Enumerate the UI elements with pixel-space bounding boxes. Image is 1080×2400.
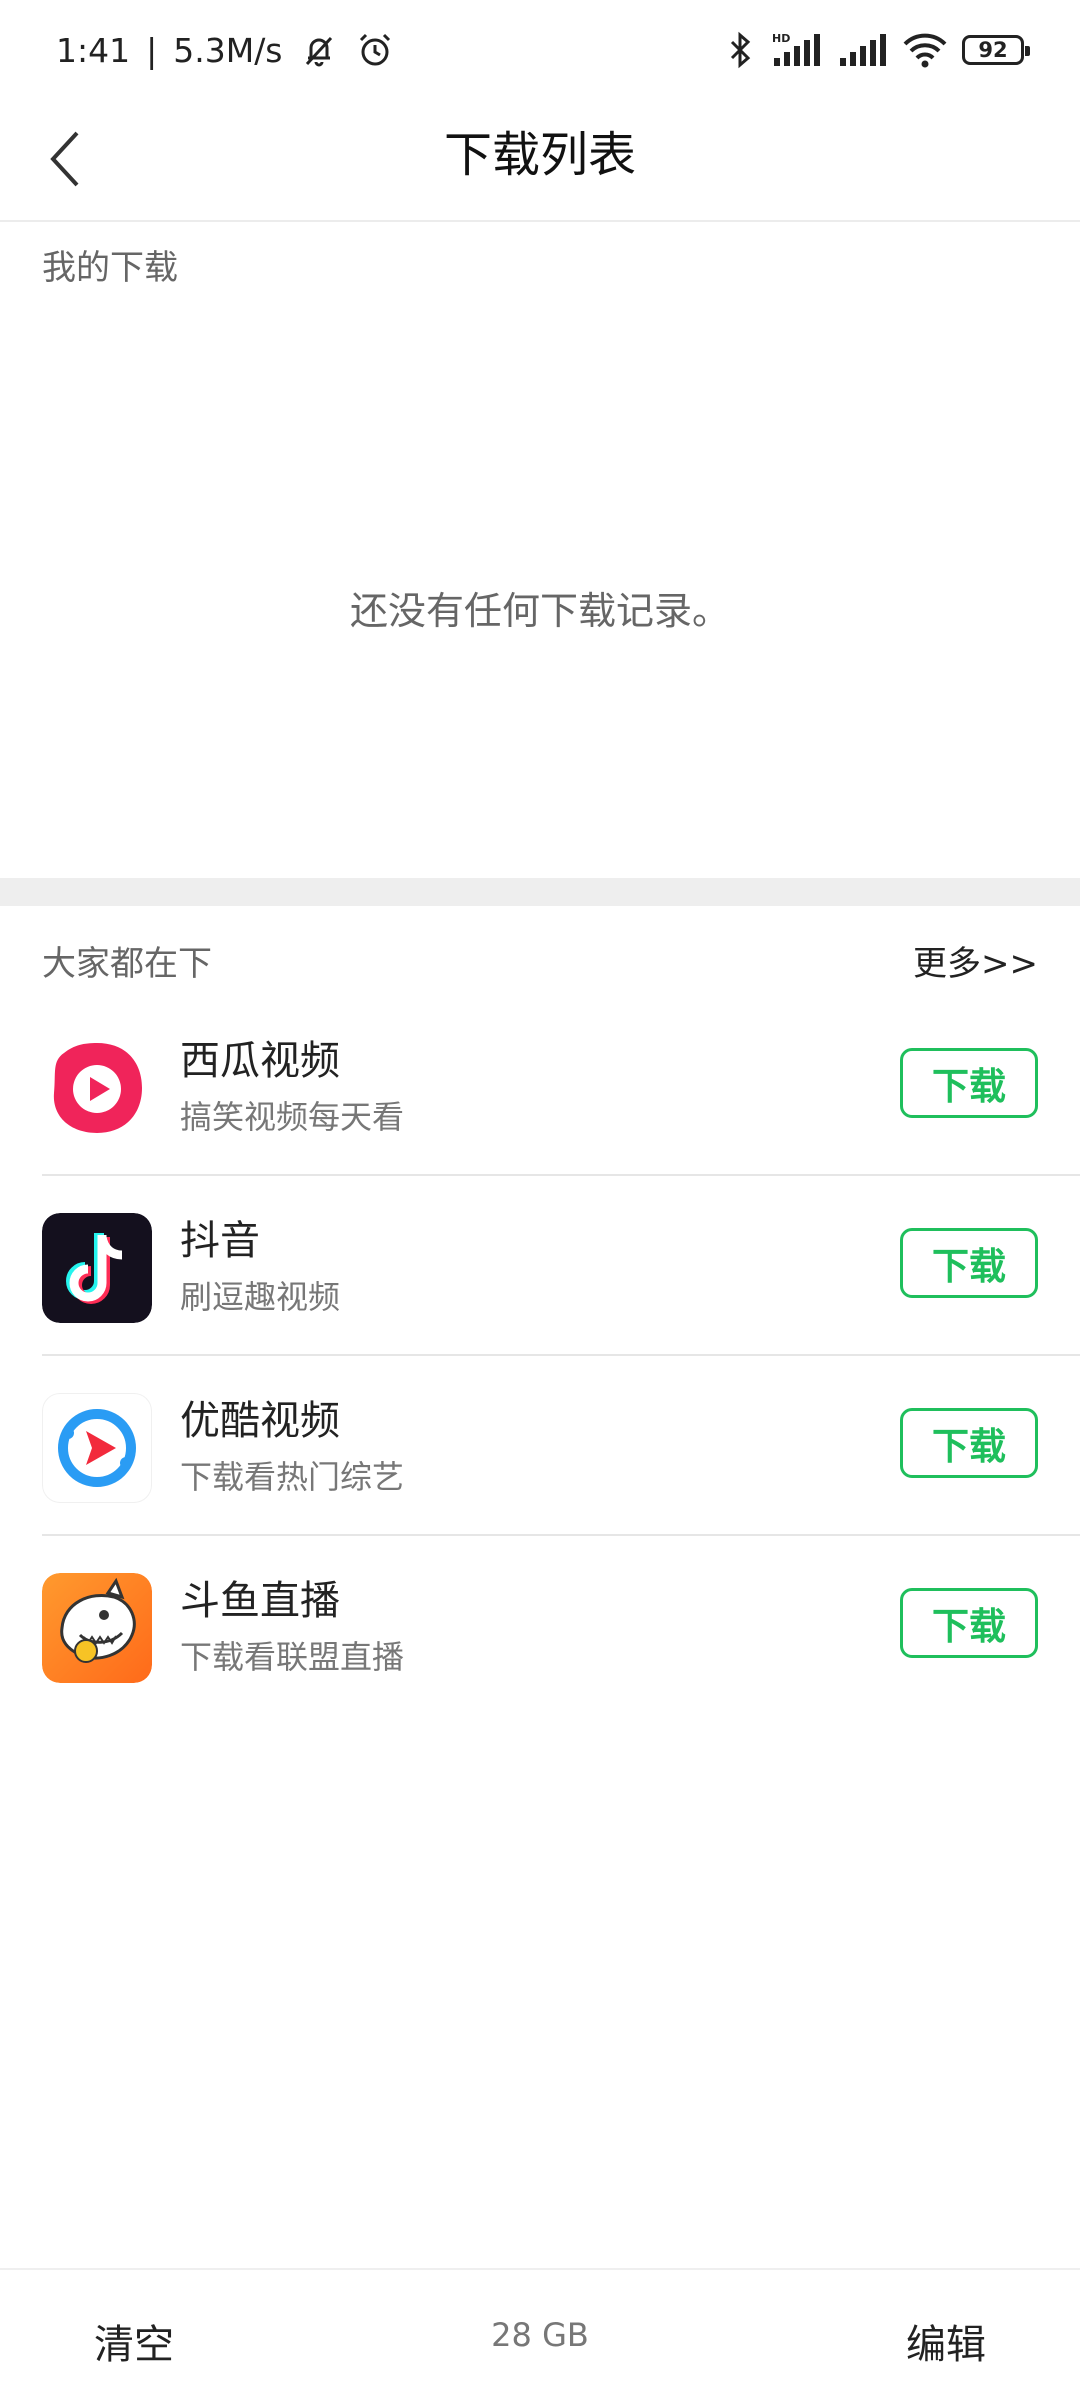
more-link[interactable]: 更多>> — [913, 936, 1038, 985]
page-title: 下载列表 — [443, 127, 636, 183]
download-button[interactable]: 下载 — [900, 1408, 1038, 1478]
popular-downloads-label: 大家都在下 — [42, 944, 212, 984]
app-description: 刷逗趣视频 — [180, 1278, 341, 1316]
app-row-youku[interactable]: 优酷视频 下载看热门综艺 下载 — [42, 1358, 1080, 1536]
app-name: 优酷视频 — [180, 1398, 340, 1444]
xigua-video-icon — [42, 1033, 152, 1143]
status-left: 1:41 | 5.3M/s — [56, 30, 395, 70]
signal-icon — [836, 30, 888, 70]
app-name: 西瓜视频 — [180, 1038, 340, 1084]
download-list-page: 1:41 | 5.3M/s HD 92 下载列表 我的下载 还没有任何下载记录。… — [0, 0, 1080, 2400]
edit-button[interactable]: 编辑 — [906, 2312, 986, 2370]
app-row-douyin[interactable]: 抖音 刷逗趣视频 下载 — [42, 1178, 1080, 1356]
network-speed: 5.3M/s — [173, 30, 283, 70]
signal-hd-icon: HD — [770, 30, 822, 70]
app-row-douyu[interactable]: 斗鱼直播 下载看联盟直播 下载 — [42, 1538, 1080, 1716]
title-bar: 下载列表 — [0, 100, 1080, 222]
douyin-icon — [42, 1213, 152, 1323]
app-description: 搞笑视频每天看 — [180, 1098, 405, 1136]
bell-muted-icon — [299, 30, 339, 70]
wifi-icon — [902, 30, 948, 70]
youku-icon — [42, 1393, 152, 1503]
status-separator: | — [146, 30, 158, 70]
app-description: 下载看联盟直播 — [180, 1638, 405, 1676]
douyu-icon — [42, 1573, 152, 1683]
app-name: 斗鱼直播 — [180, 1578, 340, 1624]
bottom-action-bar: 清空 28 GB 编辑 — [0, 2268, 1080, 2400]
my-downloads-label: 我的下载 — [42, 248, 178, 288]
battery-indicator: 92 — [962, 35, 1030, 65]
section-divider — [0, 878, 1080, 906]
download-button[interactable]: 下载 — [900, 1228, 1038, 1298]
app-description: 下载看热门综艺 — [180, 1458, 405, 1496]
status-right: HD 92 — [726, 30, 1030, 70]
app-row-xigua[interactable]: 西瓜视频 搞笑视频每天看 下载 — [42, 998, 1080, 1176]
alarm-icon — [355, 30, 395, 70]
empty-downloads-message: 还没有任何下载记录。 — [349, 589, 730, 633]
app-name: 抖音 — [180, 1218, 260, 1264]
hd-label: HD — [772, 32, 790, 45]
status-time: 1:41 — [56, 30, 131, 70]
bluetooth-icon — [726, 30, 756, 70]
download-button[interactable]: 下载 — [900, 1048, 1038, 1118]
status-bar: 1:41 | 5.3M/s HD 92 — [0, 0, 1080, 100]
download-button[interactable]: 下载 — [900, 1588, 1038, 1658]
